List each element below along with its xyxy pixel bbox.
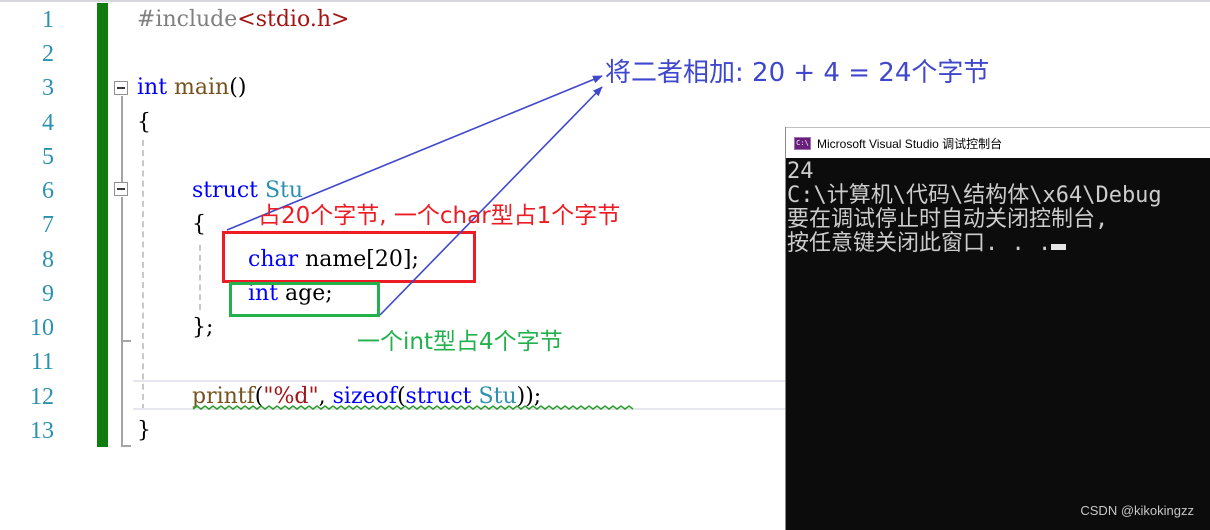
console-output: 24 C:\计算机\代码\结构体\x64\Debug 要在调试停止时自动关闭控制台,… — [786, 158, 1210, 258]
console-title-bar[interactable]: C:\ Microsoft Visual Studio 调试控制台 — [786, 127, 1210, 158]
char-annotation: 占20个字节, 一个char型占1个字节 — [258, 203, 621, 229]
debug-console-window[interactable]: C:\ Microsoft Visual Studio 调试控制台 24 C:\计… — [785, 127, 1210, 530]
console-title: Microsoft Visual Studio 调试控制台 — [817, 136, 1003, 151]
watermark: CSDN @kikokingzz — [1080, 503, 1194, 518]
sum-annotation: 将二者相加: 20 + 4 = 24个字节 — [605, 58, 990, 88]
console-line: C:\计算机\代码\结构体\x64\Debug — [787, 183, 1162, 208]
console-line: 按任意键关闭此窗口. . . — [787, 231, 1052, 256]
int-annotation: 一个int型占4个字节 — [357, 329, 563, 355]
console-line: 要在调试停止时自动关闭控制台, — [787, 207, 1109, 232]
console-app-icon: C:\ — [794, 136, 811, 150]
console-line: 24 — [787, 159, 814, 184]
console-line-with-cursor: 按任意键关闭此窗口. . . — [787, 232, 1209, 256]
text-cursor — [1051, 244, 1067, 250]
